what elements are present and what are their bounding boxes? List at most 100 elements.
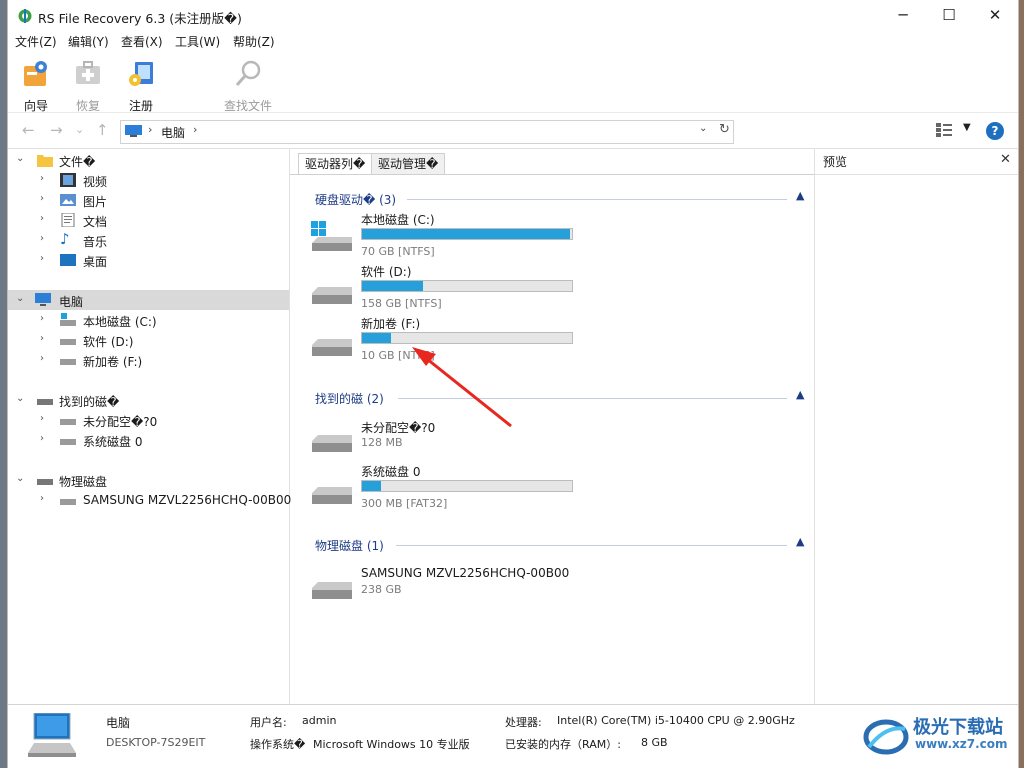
tree-item-found-disks[interactable]: ⌄ 找到的磁�: [8, 390, 289, 410]
expand-chevron-icon[interactable]: ›: [40, 433, 44, 444]
address-dropdown-icon[interactable]: ⌄: [699, 123, 707, 134]
hard-drive-icon: [312, 435, 352, 452]
tree-item-drive-d[interactable]: › 软件 (D:): [8, 330, 289, 350]
tree-item-drive-f[interactable]: › 新加卷 (F:): [8, 350, 289, 370]
group-divider: [407, 199, 787, 200]
expand-chevron-icon[interactable]: ›: [40, 313, 44, 324]
forward-arrow-icon[interactable]: →: [50, 121, 63, 139]
collapse-chevron-icon[interactable]: ⌄: [16, 473, 24, 484]
drive-item-system-disk[interactable]: 系统磁盘 0 300 MB [FAT32]: [290, 463, 814, 515]
drive-item-c[interactable]: 本地磁盘 (C:) 70 GB [NTFS]: [290, 211, 814, 263]
collapse-up-chevron-icon[interactable]: ▲: [796, 535, 804, 548]
tree-item-documents[interactable]: › 文档: [8, 210, 289, 230]
menu-file[interactable]: 文件(Z): [15, 33, 57, 50]
tree-label: 图片: [83, 195, 108, 209]
view-dropdown-icon[interactable]: ▼: [963, 122, 971, 133]
collapse-chevron-icon[interactable]: ⌄: [16, 393, 24, 404]
expand-chevron-icon[interactable]: ›: [40, 233, 44, 244]
up-arrow-icon[interactable]: ↑: [96, 121, 109, 139]
address-bar[interactable]: › 电脑 › ⌄ ↻: [120, 120, 734, 144]
tree-item-system-disk[interactable]: › 系统磁盘 0: [8, 430, 289, 450]
usage-bar: [361, 228, 573, 240]
find-files-button[interactable]: 查找文件: [217, 56, 279, 113]
tree-item-unallocated[interactable]: › 未分配空�?0: [8, 410, 289, 430]
video-icon: [60, 173, 76, 187]
expand-chevron-icon[interactable]: ›: [40, 253, 44, 264]
expand-chevron-icon[interactable]: ›: [40, 353, 44, 364]
status-computer-name: 电脑: [106, 716, 131, 730]
drive-name: 新加卷 (F:): [361, 317, 421, 331]
tree-item-folders[interactable]: ⌄ 文件�: [8, 150, 289, 170]
expand-chevron-icon[interactable]: ›: [40, 413, 44, 424]
windows-drive-icon: [311, 221, 352, 251]
group-found-disks[interactable]: 找到的磁 (2) ▲: [290, 388, 814, 406]
hard-drive-icon: [60, 439, 76, 445]
tree-label: 软件 (D:): [83, 335, 134, 349]
back-arrow-icon[interactable]: ←: [22, 121, 35, 139]
hard-drive-icon: [312, 487, 352, 504]
breadcrumb-separator[interactable]: ›: [193, 123, 197, 136]
close-icon[interactable]: ✕: [1000, 152, 1011, 167]
app-window: RS File Recovery 6.3 (未注册版�) ─ ☐ ✕ 文件(Z)…: [7, 0, 1019, 768]
collapse-chevron-icon[interactable]: ⌄: [16, 153, 24, 164]
drive-item-d[interactable]: 软件 (D:) 158 GB [NTFS]: [290, 263, 814, 315]
close-button[interactable]: ✕: [972, 0, 1018, 31]
tree-label: 本地磁盘 (C:): [83, 315, 157, 329]
history-dropdown-icon[interactable]: ⌄: [75, 123, 84, 136]
tab-drive-list[interactable]: 驱动器列�: [298, 153, 373, 175]
tree-item-computer[interactable]: ⌄ 电脑: [8, 290, 289, 310]
drive-size: 238 GB: [361, 583, 402, 596]
usage-bar-fill: [362, 481, 381, 491]
folder-tree: ⌄ 文件� › 视频 › 图片 › 文档 › ♪ 音乐 › 桌面 ⌄ 电脑 › …: [8, 149, 291, 704]
group-hard-drives[interactable]: 硬盘驱动� (3) ▲: [290, 189, 814, 207]
maximize-button[interactable]: ☐: [926, 0, 972, 31]
hard-drive-icon: [312, 287, 352, 304]
music-note-icon: ♪: [60, 230, 70, 248]
menu-edit[interactable]: 编辑(Y): [68, 33, 109, 50]
register-button[interactable]: 注册: [116, 56, 166, 113]
collapse-up-chevron-icon[interactable]: ▲: [796, 189, 804, 202]
expand-chevron-icon[interactable]: ›: [40, 493, 44, 504]
tree-item-samsung[interactable]: › SAMSUNG MZVL2256HCHQ-00B00: [8, 490, 291, 510]
expand-chevron-icon[interactable]: ›: [40, 333, 44, 344]
drive-item-samsung[interactable]: SAMSUNG MZVL2256HCHQ-00B00 238 GB: [290, 566, 814, 618]
wizard-button[interactable]: 向导: [11, 56, 61, 113]
preview-title: 预览: [823, 155, 848, 169]
breadcrumb-computer[interactable]: 电脑: [161, 124, 185, 141]
tab-drive-management[interactable]: 驱动管理�: [371, 153, 446, 175]
main-panels: ⌄ 文件� › 视频 › 图片 › 文档 › ♪ 音乐 › 桌面 ⌄ 电脑 › …: [8, 148, 1018, 704]
tree-item-physical-disks[interactable]: ⌄ 物理磁盘: [8, 470, 289, 490]
group-physical-disks[interactable]: 物理磁盘 (1) ▲: [290, 535, 814, 553]
group-divider: [398, 398, 787, 399]
status-os-label: 操作系统�: [250, 738, 306, 751]
hard-drive-icon: [60, 339, 76, 345]
usage-bar-fill: [362, 229, 570, 239]
minimize-button[interactable]: ─: [880, 0, 926, 31]
menu-view[interactable]: 查看(X): [121, 33, 163, 50]
refresh-icon[interactable]: ↻: [719, 122, 730, 137]
expand-chevron-icon[interactable]: ›: [40, 173, 44, 184]
tree-item-videos[interactable]: › 视频: [8, 170, 289, 190]
collapse-up-chevron-icon[interactable]: ▲: [796, 388, 804, 401]
tree-item-desktop[interactable]: › 桌面: [8, 250, 289, 270]
tree-item-music[interactable]: › ♪ 音乐: [8, 230, 289, 250]
drive-name: SAMSUNG MZVL2256HCHQ-00B00: [361, 566, 570, 580]
menu-help[interactable]: 帮助(Z): [233, 33, 275, 50]
drive-size: 300 MB [FAT32]: [361, 497, 448, 510]
magnifier-icon: [235, 60, 261, 86]
view-mode-icon[interactable]: [936, 123, 952, 137]
drive-name: 软件 (D:): [361, 265, 412, 279]
expand-chevron-icon[interactable]: ›: [40, 193, 44, 204]
app-logo-icon: [18, 9, 32, 23]
breadcrumb-separator[interactable]: ›: [148, 123, 152, 136]
collapse-chevron-icon[interactable]: ⌄: [16, 293, 24, 304]
drive-item-f[interactable]: 新加卷 (F:) 10 GB [NTFS]: [290, 315, 814, 367]
restore-button[interactable]: 恢复: [63, 56, 113, 113]
menu-tools[interactable]: 工具(W): [175, 33, 220, 50]
tree-item-drive-c[interactable]: › 本地磁盘 (C:): [8, 310, 289, 330]
expand-chevron-icon[interactable]: ›: [40, 213, 44, 224]
help-icon[interactable]: ?: [986, 122, 1004, 140]
tree-item-pictures[interactable]: › 图片: [8, 190, 289, 210]
tree-label: 视频: [83, 175, 108, 189]
watermark: 极光下载站 www.xz7.com: [863, 713, 1018, 763]
